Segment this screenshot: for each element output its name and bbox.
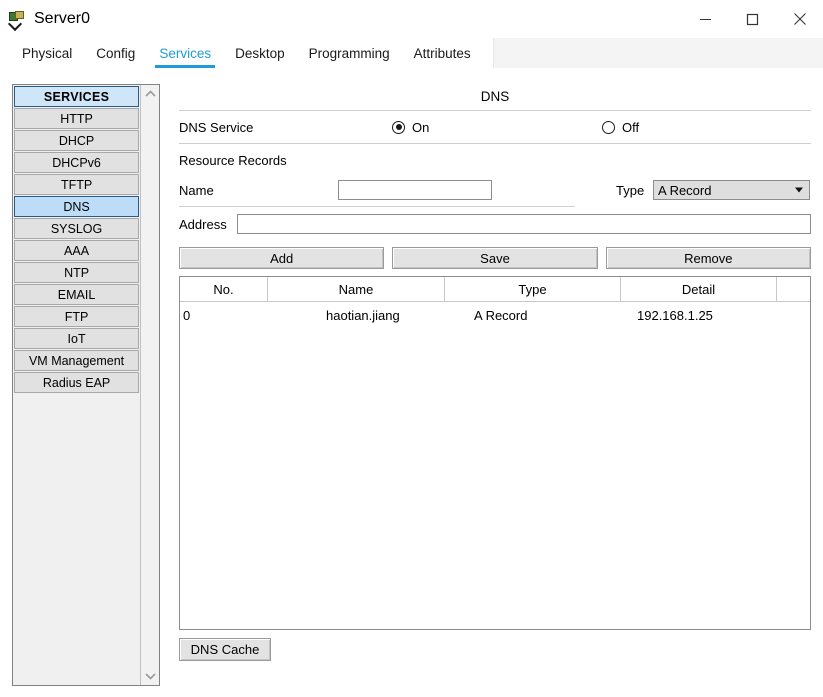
address-input[interactable] [237, 214, 811, 234]
sidebar-item-label: TFTP [60, 177, 93, 192]
dns-service-label: DNS Service [179, 119, 254, 135]
cell-detail: 192.168.1.25 [637, 307, 713, 323]
record-type-value: A Record [658, 182, 712, 198]
name-label: Name [179, 182, 214, 198]
sidebar-item-http[interactable]: HTTP [14, 108, 140, 129]
tab-label: Physical [22, 46, 73, 61]
radio-on-label: On [412, 119, 430, 135]
column-header-type[interactable]: Type [445, 277, 621, 301]
sidebar-item-label: SERVICES [43, 89, 110, 104]
tab-physical[interactable]: Physical [10, 46, 84, 69]
remove-button[interactable]: Remove [605, 247, 811, 269]
tab-bar-filler [492, 38, 823, 69]
dns-service-row: DNS Service On Off [179, 111, 811, 143]
tab-programming[interactable]: Programming [297, 46, 402, 69]
sidebar-item-label: DHCP [58, 133, 95, 148]
tab-label: Attributes [413, 46, 471, 61]
tab-label: Services [159, 46, 212, 61]
sidebar-item-syslog[interactable]: SYSLOG [14, 218, 140, 239]
sidebar-item-dhcp[interactable]: DHCP [14, 130, 140, 151]
sidebar-item-dhcpv6[interactable]: DHCPv6 [14, 152, 140, 173]
dns-service-on-option[interactable]: On [392, 120, 429, 135]
dns-cache-button[interactable]: DNS Cache [179, 638, 271, 661]
cell-no: 0 [183, 307, 191, 323]
tab-config[interactable]: Config [84, 46, 147, 69]
sidebar-item-label: Radius EAP [42, 375, 111, 390]
add-button[interactable]: Add [179, 247, 385, 269]
radio-off-label: Off [622, 119, 640, 135]
sidebar-item-aaa[interactable]: AAA [14, 240, 140, 261]
sidebar-item-iot[interactable]: IoT [14, 328, 140, 349]
content-area: SERVICES HTTP DHCP DHCPv6 TFTP DNS SYSLO… [0, 69, 823, 697]
radio-off-icon[interactable] [602, 120, 615, 134]
tab-label: Programming [308, 46, 390, 61]
window-title: Server0 [34, 10, 91, 27]
save-button[interactable]: Save [392, 247, 598, 269]
name-input[interactable] [338, 180, 492, 200]
sidebar-item-radius-eap[interactable]: Radius EAP [14, 372, 140, 393]
footer-actions: DNS Cache [179, 638, 811, 661]
services-list: SERVICES HTTP DHCP DHCPv6 TFTP DNS SYSLO… [13, 85, 141, 685]
sidebar-item-ftp[interactable]: FTP [14, 306, 140, 327]
resource-records-table[interactable]: No. Name Type Detail 0 haotian.jiang A R… [179, 276, 811, 630]
tab-label: Desktop [235, 46, 285, 61]
chevron-down-icon [795, 187, 803, 193]
column-header-detail[interactable]: Detail [621, 277, 777, 301]
sidebar-item-services[interactable]: SERVICES [14, 86, 140, 107]
active-tab-underline [155, 65, 216, 68]
close-icon [793, 13, 806, 25]
sidebar-item-label: NTP [64, 265, 90, 280]
name-row: Name Type A Record [179, 174, 811, 206]
sidebar-item-tftp[interactable]: TFTP [14, 174, 140, 195]
maximize-button[interactable] [729, 0, 776, 38]
tab-desktop[interactable]: Desktop [223, 46, 297, 69]
column-header-name[interactable]: Name [268, 277, 445, 301]
cell-name: haotian.jiang [326, 307, 400, 323]
sidebar-item-label: HTTP [60, 111, 93, 126]
cell-type: A Record [474, 307, 528, 323]
window-controls [682, 0, 823, 38]
sidebar-item-label: VM Management [28, 353, 125, 368]
radio-on-icon[interactable] [392, 120, 405, 134]
minimize-icon [700, 18, 711, 20]
sidebar-item-ntp[interactable]: NTP [14, 262, 140, 283]
chevron-up-icon[interactable] [141, 85, 159, 102]
sidebar-item-label: DNS [63, 199, 90, 214]
sidebar-item-label: IoT [67, 331, 86, 346]
tab-attributes[interactable]: Attributes [402, 46, 483, 69]
sidebar-item-email[interactable]: EMAIL [14, 284, 140, 305]
minimize-button[interactable] [682, 0, 729, 38]
record-actions: Add Save Remove [179, 247, 811, 269]
column-header-no[interactable]: No. [180, 277, 268, 301]
tab-bar: Physical Config Services Desktop Program… [0, 38, 823, 69]
record-type-select[interactable]: A Record [653, 180, 810, 200]
services-sidebar: SERVICES HTTP DHCP DHCPv6 TFTP DNS SYSLO… [12, 84, 160, 686]
table-row[interactable]: 0 haotian.jiang A Record 192.168.1.25 [180, 302, 810, 328]
table-header: No. Name Type Detail [180, 277, 810, 302]
type-label: Type [616, 182, 645, 198]
sidebar-item-label: SYSLOG [50, 221, 103, 236]
packet-tracer-device-icon [7, 11, 25, 32]
address-row: Address [179, 207, 811, 241]
page-title: DNS [480, 89, 510, 104]
sidebar-item-label: AAA [64, 243, 90, 258]
sidebar-item-label: FTP [64, 309, 89, 324]
sidebar-scrollbar[interactable] [140, 85, 159, 685]
close-button[interactable] [776, 0, 823, 38]
sidebar-item-vm-management[interactable]: VM Management [14, 350, 140, 371]
dns-service-off-option[interactable]: Off [602, 120, 639, 135]
address-label: Address [179, 216, 227, 232]
dns-panel: DNS DNS Service On Off Resource Records … [179, 84, 811, 686]
maximize-icon [746, 13, 759, 25]
tab-label: Config [96, 46, 136, 61]
title-bar: Server0 [0, 0, 823, 38]
chevron-down-icon[interactable] [141, 668, 159, 685]
sidebar-item-label: DHCPv6 [52, 155, 101, 170]
cell-extra [777, 302, 809, 328]
sidebar-item-label: EMAIL [57, 287, 96, 302]
column-header-extra [777, 277, 809, 301]
sidebar-item-dns[interactable]: DNS [14, 196, 140, 217]
resource-records-label: Resource Records [179, 153, 287, 168]
tab-services[interactable]: Services [147, 46, 223, 69]
